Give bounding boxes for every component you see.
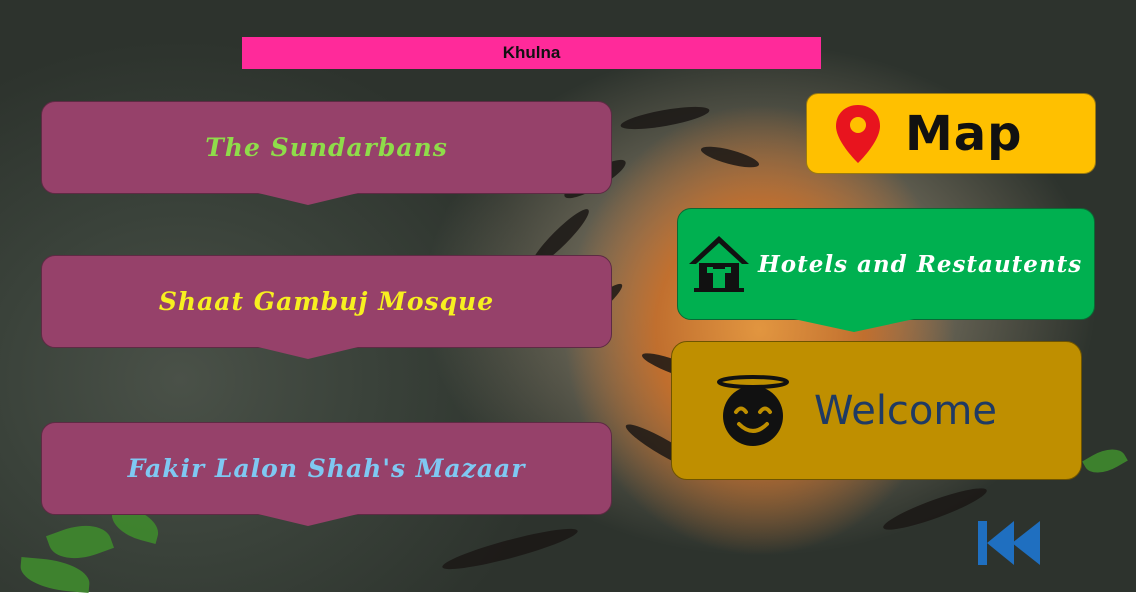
skip-back-button[interactable]: [976, 519, 1044, 567]
place-label: Shaat Gambuj Mosque: [158, 287, 495, 316]
welcome-button[interactable]: Welcome: [671, 341, 1082, 480]
house-icon: [689, 236, 749, 292]
map-button[interactable]: Map: [806, 93, 1096, 174]
place-label: The Sundarbans: [205, 133, 448, 162]
map-label: Map: [905, 105, 1023, 162]
place-button-sundarbans[interactable]: The Sundarbans: [41, 101, 612, 205]
hotels-and-restaurants-button[interactable]: Hotels and Restautents: [677, 208, 1095, 332]
hotels-label: Hotels and Restautents: [758, 250, 1083, 278]
place-button-shaat-gambuj-mosque[interactable]: Shaat Gambuj Mosque: [41, 255, 612, 359]
place-label: Fakir Lalon Shah's Mazaar: [127, 454, 526, 483]
skip-back-icon: [978, 521, 1040, 565]
smiling-face-with-halo-icon: [717, 374, 789, 446]
map-pin-icon: [836, 104, 880, 163]
place-button-lalon-shah-mazaar[interactable]: Fakir Lalon Shah's Mazaar: [41, 422, 612, 526]
welcome-label: Welcome: [814, 387, 997, 434]
page-title: Khulna: [242, 37, 821, 69]
